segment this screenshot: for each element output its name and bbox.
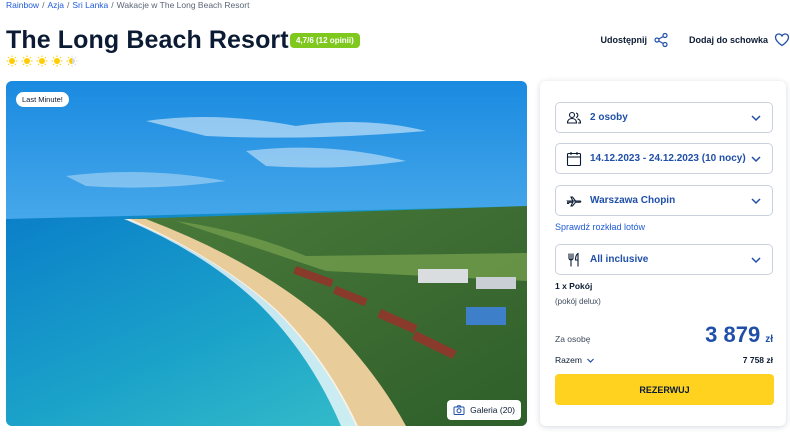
sun-icon: [21, 55, 33, 67]
sun-half-icon: [66, 55, 78, 67]
breadcrumb-link-azja[interactable]: Azja: [47, 0, 64, 10]
page-title: The Long Beach Resort: [6, 26, 289, 54]
share-button[interactable]: Udostępnij: [600, 32, 669, 48]
cutlery-icon: [566, 252, 582, 268]
rating-badge[interactable]: 4,7/6 (12 opinii): [290, 33, 360, 48]
board-select[interactable]: All inclusive: [555, 244, 773, 275]
chevron-down-icon: [750, 112, 762, 124]
breadcrumb-separator: /: [42, 0, 45, 10]
travelers-value: 2 osoby: [590, 112, 628, 123]
save-to-favorites-button[interactable]: Dodaj do schowka: [689, 32, 790, 48]
chevron-down-icon: [750, 254, 762, 266]
room-type: (pokój delux): [555, 297, 601, 306]
breadcrumb-link-rainbow[interactable]: Rainbow: [6, 0, 39, 10]
calendar-icon: [566, 151, 582, 167]
users-icon: [566, 110, 582, 126]
chevron-down-icon: [750, 153, 762, 165]
plane-icon: [566, 193, 582, 209]
total-toggle[interactable]: Razem: [555, 355, 595, 365]
price-per-person: 3 879 zł: [705, 322, 773, 348]
booking-panel: 2 osoby 14.12.2023 - 24.12.2023 (10 nocy…: [540, 81, 786, 426]
share-label: Udostępnij: [600, 35, 647, 45]
heart-icon: [774, 33, 790, 47]
price-value: 3 879: [705, 322, 761, 347]
beach-photo: [6, 81, 527, 426]
gallery-label: Galeria (20): [470, 405, 515, 415]
gallery-button[interactable]: Galeria (20): [447, 400, 521, 420]
top-actions: Udostępnij Dodaj do schowka: [600, 32, 790, 48]
breadcrumb-separator: /: [67, 0, 70, 10]
breadcrumb-separator: /: [111, 0, 114, 10]
star-rating: [6, 55, 78, 67]
room-count: 1 x Pokój: [555, 281, 593, 291]
price-currency: zł: [765, 334, 773, 345]
breadcrumb-link-sri-lanka[interactable]: Sri Lanka: [72, 0, 108, 10]
travelers-select[interactable]: 2 osoby: [555, 102, 773, 133]
breadcrumb: Rainbow / Azja / Sri Lanka / Wakacje w The Lon…: [6, 0, 249, 10]
dates-value: 14.12.2023 - 24.12.2023 (10 nocy): [590, 153, 746, 164]
per-person-label: Za osobę: [555, 334, 591, 344]
sun-icon: [36, 55, 48, 67]
save-label: Dodaj do schowka: [688, 35, 768, 45]
dates-select[interactable]: 14.12.2023 - 24.12.2023 (10 nocy): [555, 143, 773, 174]
chevron-down-icon: [750, 195, 762, 207]
airport-select[interactable]: Warszawa Chopin: [555, 185, 773, 216]
airport-value: Warszawa Chopin: [590, 195, 676, 206]
last-minute-badge: Last Minute!: [16, 92, 69, 107]
sun-icon: [6, 55, 18, 67]
share-icon: [654, 32, 668, 48]
board-value: All inclusive: [590, 254, 649, 265]
total-label: Razem: [555, 355, 582, 365]
sun-icon: [51, 55, 63, 67]
camera-icon: [453, 405, 465, 415]
chevron-down-icon: [587, 358, 594, 363]
total-price: 7 758 zł: [742, 355, 773, 365]
breadcrumb-current: Wakacje w The Long Beach Resort: [116, 0, 250, 10]
flight-schedule-link[interactable]: Sprawdź rozkład lotów: [555, 222, 645, 232]
book-button[interactable]: REZERWUJ: [555, 374, 774, 405]
hero-image[interactable]: Last Minute! Galeria (20): [6, 81, 527, 426]
